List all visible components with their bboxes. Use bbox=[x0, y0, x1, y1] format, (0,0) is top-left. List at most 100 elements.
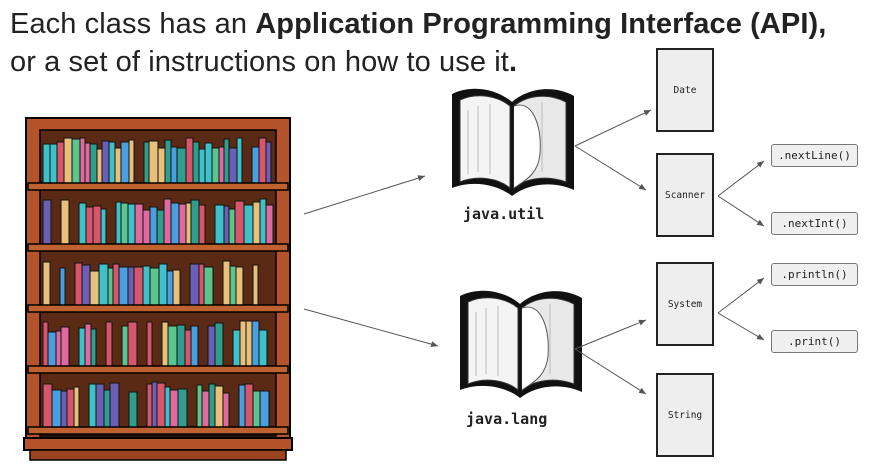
book-spine bbox=[190, 325, 199, 367]
book-spine bbox=[243, 204, 254, 245]
book-spine bbox=[98, 263, 109, 306]
arrow-lang-to-string bbox=[574, 348, 647, 395]
book-spine bbox=[96, 148, 103, 184]
book-spine bbox=[229, 265, 237, 306]
book-spine bbox=[107, 267, 114, 306]
book-spine bbox=[235, 266, 244, 306]
book-spine bbox=[101, 140, 110, 184]
book-spine bbox=[245, 320, 253, 367]
book-spine bbox=[252, 390, 261, 428]
book-spine bbox=[258, 329, 268, 367]
book-spine bbox=[163, 198, 172, 245]
book-spine bbox=[198, 263, 205, 306]
book-spine bbox=[121, 325, 129, 367]
book-spine bbox=[109, 382, 120, 428]
book-spine bbox=[228, 147, 238, 184]
package-label-lang: java.lang bbox=[466, 410, 548, 428]
arrow-lang-to-system bbox=[574, 319, 647, 350]
book-spine bbox=[47, 331, 57, 367]
book-spine bbox=[120, 141, 130, 184]
class-box-scanner: Scanner bbox=[656, 153, 714, 237]
book-spine bbox=[133, 266, 144, 306]
book-spine bbox=[208, 383, 216, 428]
book-spine bbox=[158, 263, 168, 306]
book-spine bbox=[177, 388, 188, 428]
book-spine bbox=[55, 330, 62, 367]
shelf-board bbox=[27, 304, 289, 313]
book-spine bbox=[238, 384, 246, 428]
book-spine bbox=[196, 384, 203, 428]
shelf-board bbox=[27, 243, 289, 252]
api-diagram bbox=[23, 88, 765, 461]
book-spine bbox=[204, 142, 213, 184]
book-spine bbox=[211, 147, 220, 184]
book-spine bbox=[60, 326, 70, 367]
shelf-board bbox=[27, 426, 289, 435]
book-spine bbox=[142, 265, 151, 306]
book-spine bbox=[172, 269, 181, 306]
book-spine bbox=[218, 146, 225, 184]
book-spine bbox=[63, 137, 73, 184]
book-spine bbox=[170, 202, 180, 245]
book-spine bbox=[60, 199, 70, 245]
book-spine bbox=[148, 140, 159, 184]
book-spine bbox=[127, 203, 136, 245]
book-spine bbox=[156, 209, 165, 245]
book-spine bbox=[161, 321, 169, 367]
arrow-bookshelf-to-lang bbox=[303, 308, 439, 348]
book-spine bbox=[112, 263, 120, 306]
book-spine bbox=[134, 203, 144, 245]
arrow-system-to-print bbox=[717, 312, 765, 341]
book-spine bbox=[42, 143, 51, 184]
book-spine bbox=[164, 386, 171, 428]
book-spine bbox=[232, 329, 241, 367]
book-spine bbox=[176, 324, 186, 367]
arrow-util-to-date bbox=[574, 109, 652, 147]
book-spine bbox=[214, 204, 225, 245]
book-spine bbox=[192, 141, 200, 184]
book-spine bbox=[49, 143, 58, 184]
book-spine bbox=[73, 386, 80, 428]
book-spine bbox=[239, 320, 247, 367]
arrow-scanner-to-nextint bbox=[717, 195, 765, 227]
arrow-system-to-println bbox=[717, 277, 765, 314]
book-spine bbox=[79, 137, 86, 184]
book-spine bbox=[84, 142, 91, 184]
class-box-string: String bbox=[656, 373, 714, 457]
book-spine bbox=[178, 203, 187, 245]
book-spine bbox=[85, 206, 94, 245]
book-spine bbox=[190, 199, 200, 245]
book-spine bbox=[103, 389, 111, 428]
book-spine bbox=[143, 141, 150, 184]
book-spine bbox=[214, 322, 224, 367]
book-spine bbox=[236, 137, 243, 184]
arrow-util-to-scanner bbox=[574, 145, 647, 191]
book-spine bbox=[128, 391, 138, 428]
book-spine bbox=[92, 205, 102, 245]
book-spine bbox=[100, 208, 107, 245]
book-spine bbox=[71, 138, 81, 184]
book-spine bbox=[42, 261, 51, 306]
book-spine bbox=[127, 321, 138, 367]
book-spine bbox=[198, 204, 206, 245]
book-spine bbox=[146, 383, 153, 428]
book-spine bbox=[114, 147, 122, 184]
book-spine bbox=[265, 204, 274, 245]
book-spine bbox=[167, 325, 178, 367]
book-spine bbox=[251, 320, 260, 367]
book-spine bbox=[198, 148, 206, 184]
book-spine bbox=[118, 266, 129, 306]
book-spine bbox=[42, 321, 49, 367]
book-spine bbox=[90, 328, 97, 367]
method-box-println: .println() bbox=[771, 263, 858, 286]
book-spine bbox=[252, 201, 261, 245]
arrow-scanner-to-nextline bbox=[717, 160, 765, 197]
book-icon-lang bbox=[460, 290, 582, 398]
book-spine bbox=[185, 137, 194, 184]
class-box-date: Date bbox=[656, 48, 714, 132]
method-box-nextline: .nextLine() bbox=[771, 144, 858, 167]
shelf-board bbox=[27, 182, 289, 191]
book-spine bbox=[78, 202, 87, 245]
book-spine bbox=[214, 385, 224, 428]
book-spine bbox=[203, 266, 214, 306]
